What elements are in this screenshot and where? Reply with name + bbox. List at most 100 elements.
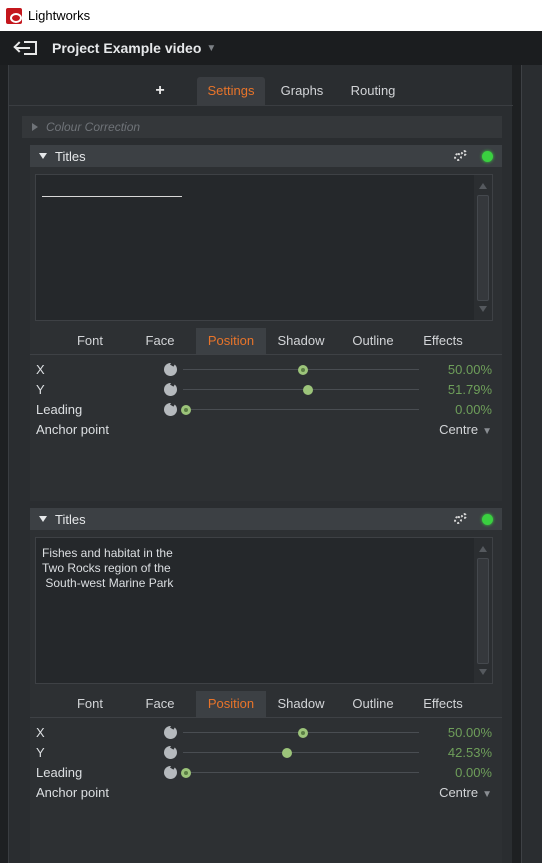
anchor-point-select[interactable]: Centre ▼ [439,785,492,800]
keyframe-icon[interactable] [164,383,177,396]
scroll-down-icon[interactable] [479,306,487,312]
enabled-led-icon[interactable] [482,514,493,525]
param-label-anchor: Anchor point [36,785,109,800]
param-label-leading: Leading [36,402,83,417]
param-x-row: X 50.00% [30,360,502,380]
subtab-effects[interactable]: Effects [412,328,474,354]
param-x-row: X 50.00% [30,723,502,743]
gear-icon[interactable] [454,150,468,162]
titles-section-1: Titles Font Face Position Shadow Outline… [30,145,502,501]
x-slider-knob[interactable] [298,365,308,375]
param-label-leading: Leading [36,765,83,780]
app-title: Lightworks [28,8,91,23]
title-text-input[interactable]: Fishes and habitat in the Two Rocks regi… [35,537,493,684]
param-label-y: Y [36,745,45,760]
subtab-outline[interactable]: Outline [342,691,404,717]
subtab-position[interactable]: Position [196,328,266,354]
subtab-outline[interactable]: Outline [342,328,404,354]
scroll-thumb[interactable] [477,558,489,664]
keyframe-icon[interactable] [164,403,177,416]
keyframe-icon[interactable] [164,746,177,759]
subtab-face[interactable]: Face [130,691,190,717]
leading-slider[interactable] [183,772,419,773]
x-value[interactable]: 50.00% [448,362,492,377]
x-value[interactable]: 50.00% [448,725,492,740]
param-anchor-row: Anchor point Centre ▼ [30,420,502,440]
tabbar-divider [9,105,513,106]
chevron-down-icon: ▼ [482,789,492,800]
collapse-arrow-icon [39,516,47,522]
keyframe-icon[interactable] [164,363,177,376]
colour-correction-section[interactable]: Colour Correction [22,116,502,138]
tab-settings[interactable]: Settings [197,77,265,105]
y-value[interactable]: 51.79% [448,382,492,397]
y-slider-knob[interactable] [303,385,313,395]
param-label-y: Y [36,382,45,397]
text-scrollbar[interactable] [474,175,492,320]
titles-section-2: Titles Fishes and habitat in the Two Roc… [30,508,502,863]
keyframe-icon[interactable] [164,726,177,739]
subtab-effects[interactable]: Effects [412,691,474,717]
leading-value[interactable]: 0.00% [455,402,492,417]
subtab-position[interactable]: Position [196,691,266,717]
y-slider[interactable] [183,389,419,390]
param-label-anchor: Anchor point [36,422,109,437]
subtab-font[interactable]: Font [60,328,120,354]
x-slider-knob[interactable] [298,728,308,738]
leading-slider-knob[interactable] [181,768,191,778]
anchor-value: Centre [439,785,479,800]
expand-arrow-icon [32,123,38,131]
gear-icon[interactable] [454,513,468,525]
keyframe-icon[interactable] [164,766,177,779]
anchor-point-select[interactable]: Centre ▼ [439,422,492,437]
param-y-row: Y 51.79% [30,380,502,400]
text-scrollbar[interactable] [474,538,492,683]
exit-project-icon[interactable] [16,40,40,56]
param-leading-row: Leading 0.00% [30,763,502,783]
colour-correction-label: Colour Correction [46,120,141,134]
lightworks-logo-icon [6,7,22,24]
section-header[interactable]: Titles [30,508,502,530]
subtab-shadow[interactable]: Shadow [268,691,334,717]
title-subtabs: Font Face Position Shadow Outline Effect… [30,328,502,355]
section-title: Titles [55,148,86,164]
subtab-font[interactable]: Font [60,691,120,717]
title-subtabs: Font Face Position Shadow Outline Effect… [30,691,502,718]
title-text-input[interactable] [35,174,493,321]
chevron-down-icon[interactable]: ▼ [206,43,216,54]
section-header[interactable]: Titles [30,145,502,167]
scroll-down-icon[interactable] [479,669,487,675]
scroll-up-icon[interactable] [479,183,487,189]
project-name[interactable]: Project Example video [52,40,201,56]
anchor-value: Centre [439,422,479,437]
enabled-led-icon[interactable] [482,151,493,162]
subtab-shadow[interactable]: Shadow [268,328,334,354]
panel-tabs: + Settings Graphs Routing [9,77,513,105]
scroll-up-icon[interactable] [479,546,487,552]
tab-graphs[interactable]: Graphs [271,77,333,105]
text-cursor-line [42,196,182,197]
window-titlebar: Lightworks [0,0,542,31]
tab-routing[interactable]: Routing [341,77,405,105]
chevron-down-icon: ▼ [482,426,492,437]
project-bar: Project Example video ▼ [0,31,542,65]
y-slider[interactable] [183,752,419,753]
param-label-x: X [36,362,45,377]
param-label-x: X [36,725,45,740]
leading-slider[interactable] [183,409,419,410]
leading-value[interactable]: 0.00% [455,765,492,780]
param-leading-row: Leading 0.00% [30,400,502,420]
section-title: Titles [55,511,86,527]
scroll-thumb[interactable] [477,195,489,301]
subtab-divider [30,354,502,355]
y-slider-knob[interactable] [282,748,292,758]
right-side-panel [521,65,542,863]
param-y-row: Y 42.53% [30,743,502,763]
add-effect-tab[interactable]: + [145,77,175,105]
y-value[interactable]: 42.53% [448,745,492,760]
title-text: Fishes and habitat in the Two Rocks regi… [42,546,174,590]
subtab-divider [30,717,502,718]
collapse-arrow-icon [39,153,47,159]
leading-slider-knob[interactable] [181,405,191,415]
subtab-face[interactable]: Face [130,328,190,354]
